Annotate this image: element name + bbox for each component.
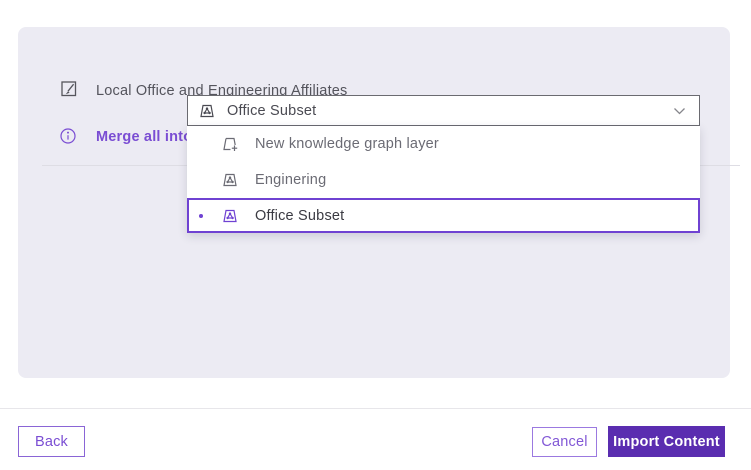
dropdown-option-label: Enginering	[255, 172, 326, 188]
back-button[interactable]: Back	[18, 426, 85, 457]
chevron-down-icon	[673, 107, 686, 116]
knowledge-graph-layer-icon	[198, 102, 216, 120]
dropdown-option-new-layer[interactable]: New knowledge graph layer	[187, 126, 700, 162]
merge-all-into-label: Merge all into	[96, 129, 192, 145]
cancel-button[interactable]: Cancel	[532, 427, 597, 457]
sketch-layer-icon	[60, 80, 78, 98]
footer-divider	[0, 408, 751, 409]
knowledge-graph-layer-icon	[221, 207, 239, 225]
dropdown-option-label: Office Subset	[255, 208, 344, 224]
select-value: Office Subset	[227, 103, 316, 119]
selected-dot-icon	[199, 214, 203, 218]
dropdown-option-enginering[interactable]: Enginering	[187, 162, 700, 198]
dropdown-option-office-subset-selected[interactable]: Office Subset	[187, 198, 700, 233]
new-knowledge-graph-layer-icon	[221, 135, 239, 153]
import-content-dialog: Local Office and Engineering Affiliates …	[0, 0, 751, 470]
import-content-button[interactable]: Import Content	[608, 426, 725, 457]
dropdown-option-label: New knowledge graph layer	[255, 136, 439, 152]
merge-target-dropdown: New knowledge graph layer Enginering	[187, 126, 700, 233]
merge-target-select[interactable]: Office Subset	[187, 95, 700, 126]
knowledge-graph-layer-icon	[221, 171, 239, 189]
info-icon[interactable]	[59, 127, 77, 145]
